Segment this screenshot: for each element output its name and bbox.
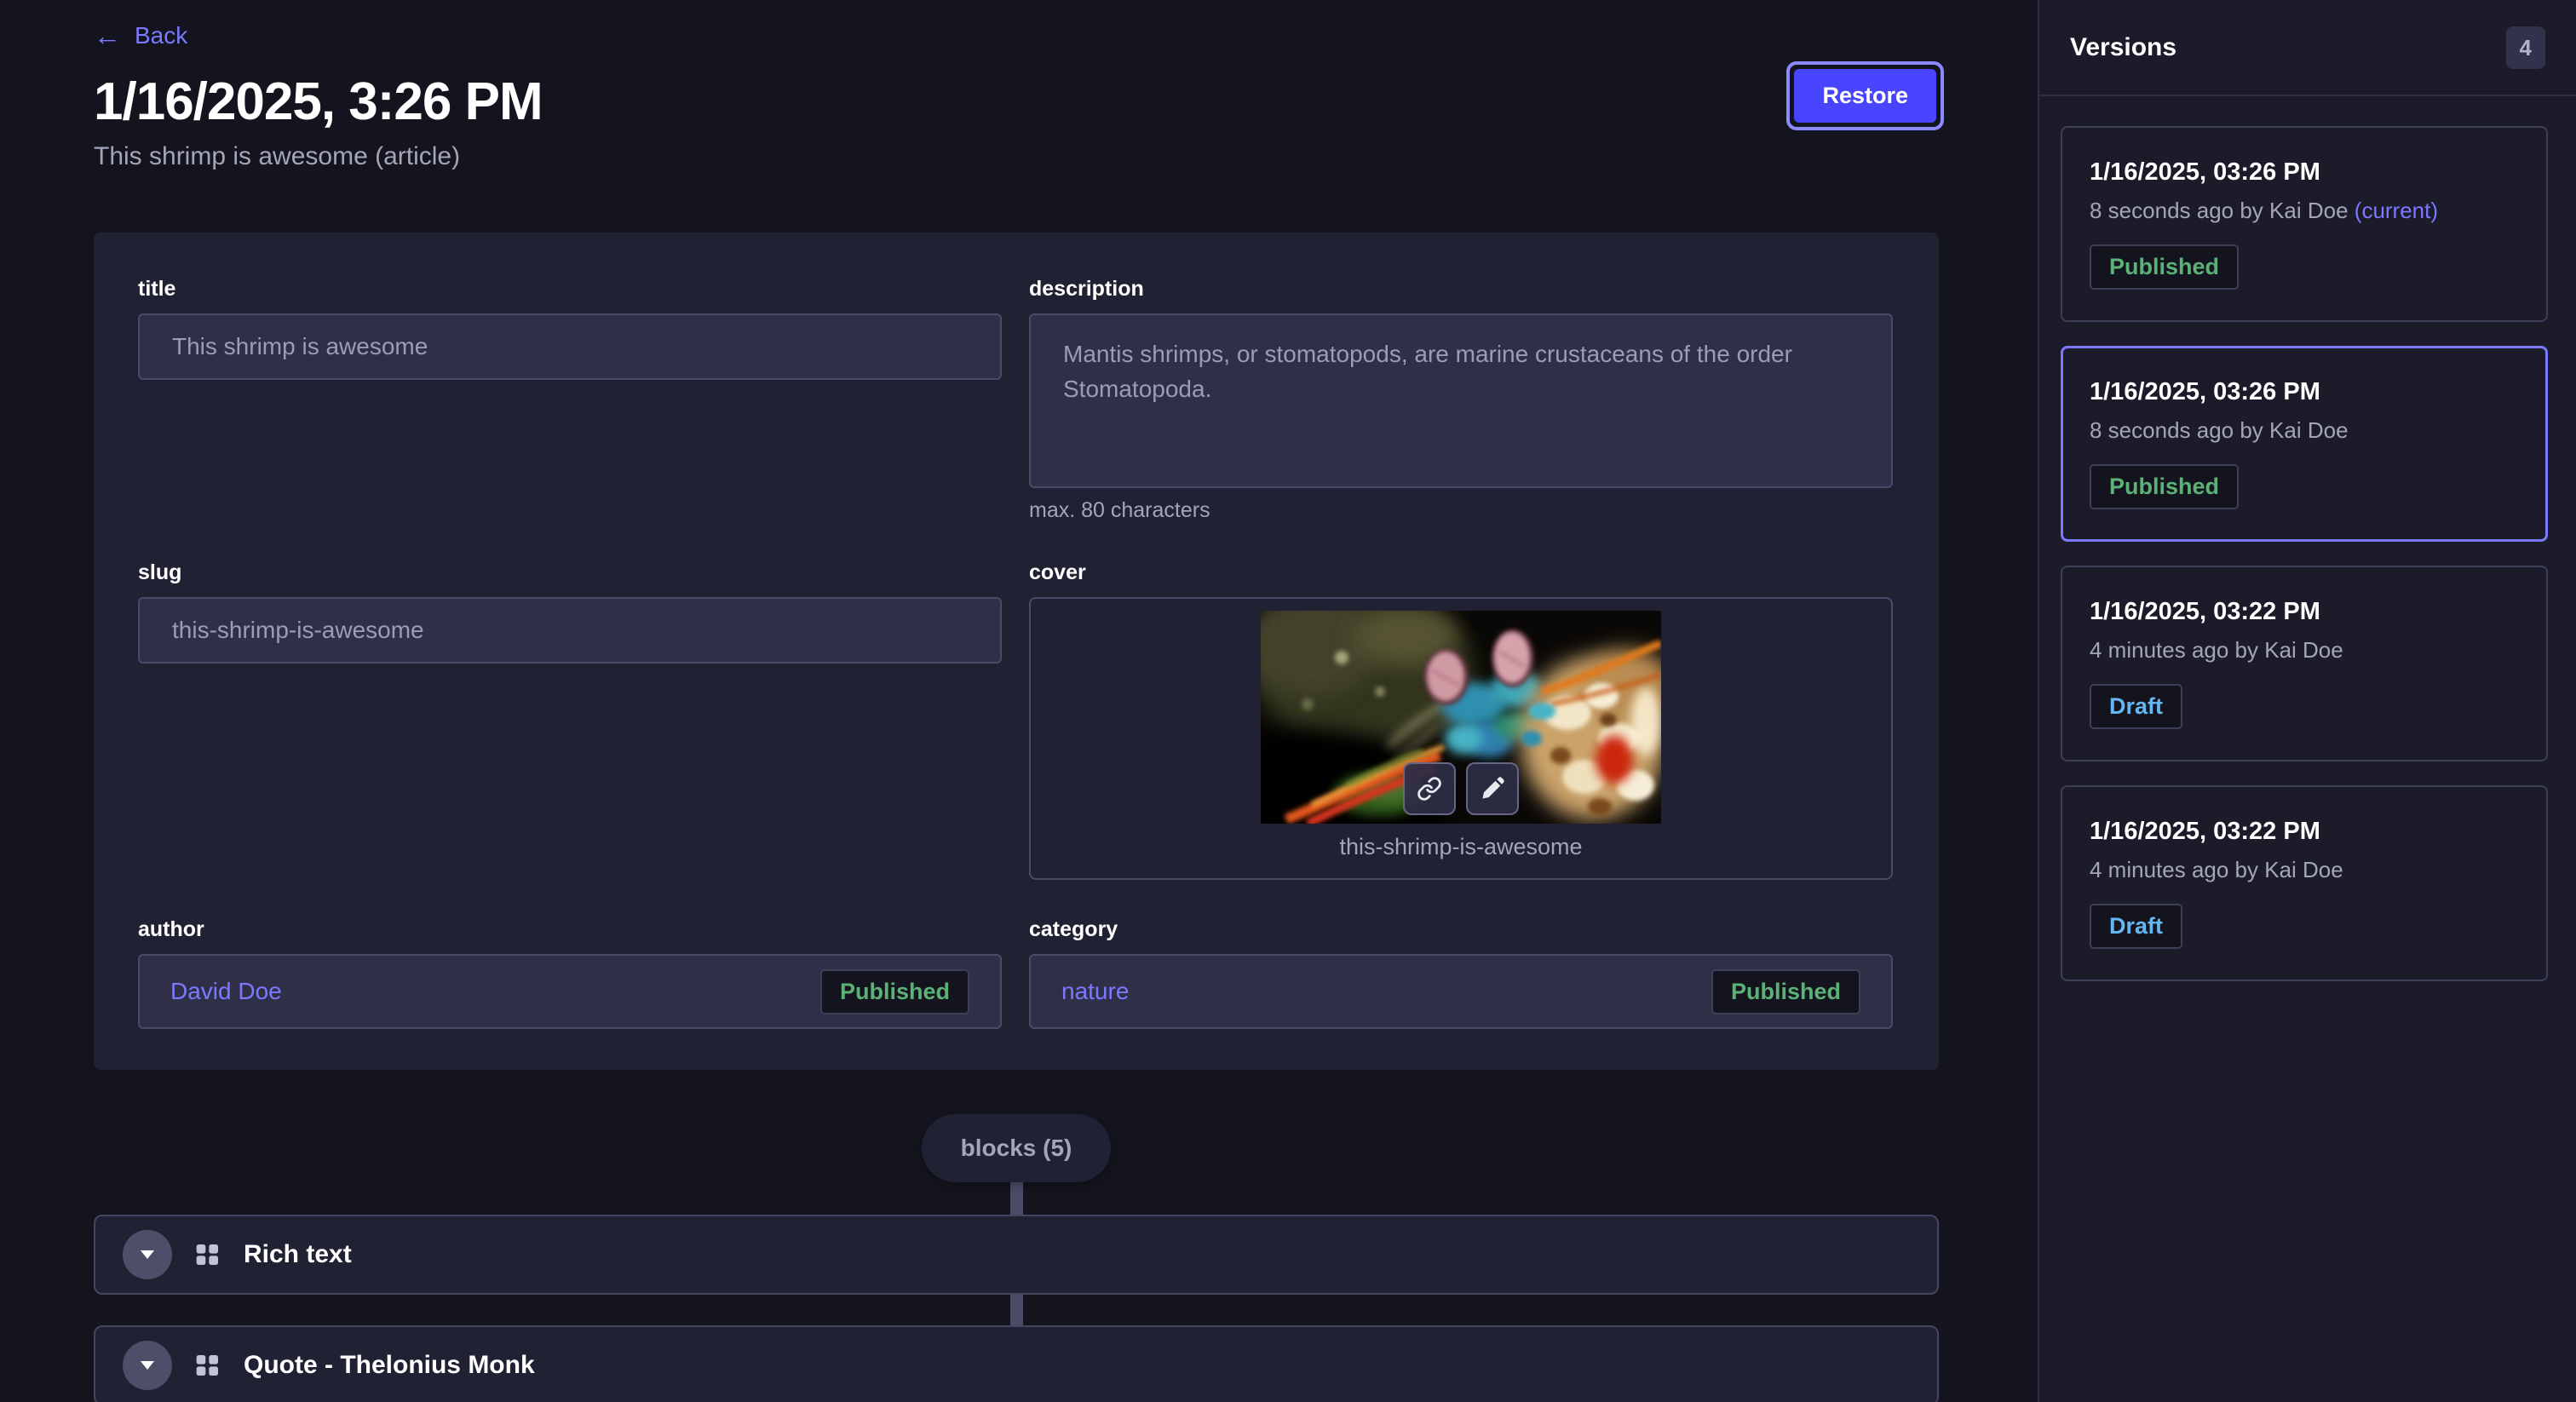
chevron-down-icon <box>141 1361 154 1370</box>
back-arrow-icon: ← <box>94 22 121 49</box>
version-meta-text: 8 seconds ago by Kai Doe <box>2090 198 2349 223</box>
version-card[interactable]: 1/16/2025, 03:26 PM 8 seconds ago by Kai… <box>2061 126 2548 322</box>
chevron-down-icon <box>141 1250 154 1259</box>
field-title: title <box>138 277 1002 380</box>
author-label: author <box>138 917 1002 942</box>
version-meta-text: 8 seconds ago by Kai Doe <box>2090 417 2349 443</box>
back-link[interactable]: ← Back <box>94 22 187 49</box>
component-grid-icon <box>194 1241 221 1268</box>
version-status-badge: Published <box>2090 464 2239 509</box>
title-label: title <box>138 277 1002 302</box>
slug-label: slug <box>138 560 1002 585</box>
versions-title: Versions <box>2070 33 2176 62</box>
block-row-rich-text[interactable]: Rich text <box>94 1215 1939 1295</box>
version-date: 1/16/2025, 03:26 PM <box>2090 158 2519 187</box>
category-link[interactable]: nature <box>1061 978 1129 1005</box>
version-meta: 4 minutes ago by Kai Doe <box>2090 637 2519 664</box>
description-textarea[interactable]: Mantis shrimps, or stomatopods, are mari… <box>1029 313 1893 488</box>
version-meta: 8 seconds ago by Kai Doe <box>2090 417 2519 444</box>
cover-caption: this-shrimp-is-awesome <box>1339 834 1582 860</box>
title-input[interactable] <box>138 313 1002 380</box>
blocks-connector <box>1010 1182 1023 1215</box>
version-status-badge: Draft <box>2090 684 2182 729</box>
version-date: 1/16/2025, 03:22 PM <box>2090 818 2519 846</box>
description-label: description <box>1029 277 1893 302</box>
author-relation-box: David Doe Published <box>138 954 1002 1029</box>
field-description: description Mantis shrimps, or stomatopo… <box>1029 277 1893 523</box>
version-meta-text: 4 minutes ago by Kai Doe <box>2090 857 2343 882</box>
version-form-panel: title description Mantis shrimps, or sto… <box>94 233 1939 1070</box>
block-title: Rich text <box>244 1240 352 1269</box>
blocks-pill[interactable]: blocks (5) <box>922 1114 1112 1182</box>
copy-link-button[interactable] <box>1403 762 1456 815</box>
main-content: ← Back 1/16/2025, 3:26 PM This shrimp is… <box>0 0 2038 1402</box>
author-link[interactable]: David Doe <box>170 978 282 1005</box>
version-meta: 4 minutes ago by Kai Doe <box>2090 857 2519 883</box>
versions-count-badge: 4 <box>2506 26 2545 69</box>
cover-card: this-shrimp-is-awesome <box>1029 597 1893 880</box>
back-label: Back <box>135 22 187 49</box>
version-status-badge: Published <box>2090 244 2239 290</box>
blocks-pill-row: blocks (5) <box>94 1070 1939 1182</box>
versions-list: 1/16/2025, 03:26 PM 8 seconds ago by Kai… <box>2039 96 2576 1011</box>
description-hint: max. 80 characters <box>1029 498 1893 523</box>
versions-header: Versions 4 <box>2039 0 2576 96</box>
version-badge-row: Draft <box>2090 684 2519 729</box>
versions-sidebar: Versions 4 1/16/2025, 03:26 PM 8 seconds… <box>2038 0 2576 1402</box>
slug-input[interactable] <box>138 597 1002 664</box>
version-badge-row: Published <box>2090 244 2519 290</box>
category-status-badge: Published <box>1711 969 1860 1014</box>
category-label: category <box>1029 917 1893 942</box>
cover-label: cover <box>1029 560 1893 585</box>
version-date: 1/16/2025, 03:22 PM <box>2090 598 2519 626</box>
version-meta: 8 seconds ago by Kai Doe (current) <box>2090 198 2519 224</box>
version-badge-row: Published <box>2090 464 2519 509</box>
row-connector <box>1010 1295 1023 1325</box>
version-card[interactable]: 1/16/2025, 03:22 PM 4 minutes ago by Kai… <box>2061 785 2548 981</box>
restore-button[interactable]: Restore <box>1794 69 1936 123</box>
component-grid-icon <box>194 1352 221 1379</box>
restore-focus-ring: Restore <box>1786 61 1944 130</box>
page-subtitle: This shrimp is awesome (article) <box>94 142 1939 171</box>
link-icon <box>1417 776 1442 802</box>
version-current-label: (current) <box>2355 198 2438 223</box>
field-cover: cover <box>1029 560 1893 880</box>
cover-actions <box>1403 762 1519 815</box>
cover-media <box>1261 611 1661 824</box>
version-card[interactable]: 1/16/2025, 03:22 PM 4 minutes ago by Kai… <box>2061 566 2548 761</box>
edit-media-button[interactable] <box>1466 762 1519 815</box>
author-status-badge: Published <box>820 969 969 1014</box>
page-title: 1/16/2025, 3:26 PM <box>94 72 1939 132</box>
expand-toggle-button[interactable] <box>123 1341 172 1390</box>
expand-toggle-button[interactable] <box>123 1230 172 1279</box>
field-category: category nature Published <box>1029 917 1893 1029</box>
pencil-icon <box>1480 776 1505 802</box>
version-badge-row: Draft <box>2090 904 2519 949</box>
field-author: author David Doe Published <box>138 917 1002 1029</box>
field-slug: slug <box>138 560 1002 664</box>
version-card-selected[interactable]: 1/16/2025, 03:26 PM 8 seconds ago by Kai… <box>2061 346 2548 542</box>
block-title: Quote - Thelonius Monk <box>244 1351 535 1380</box>
app-root: ← Back 1/16/2025, 3:26 PM This shrimp is… <box>0 0 2576 1402</box>
version-meta-text: 4 minutes ago by Kai Doe <box>2090 637 2343 663</box>
version-date: 1/16/2025, 03:26 PM <box>2090 378 2519 406</box>
version-status-badge: Draft <box>2090 904 2182 949</box>
block-row-quote[interactable]: Quote - Thelonius Monk <box>94 1325 1939 1402</box>
category-relation-box: nature Published <box>1029 954 1893 1029</box>
